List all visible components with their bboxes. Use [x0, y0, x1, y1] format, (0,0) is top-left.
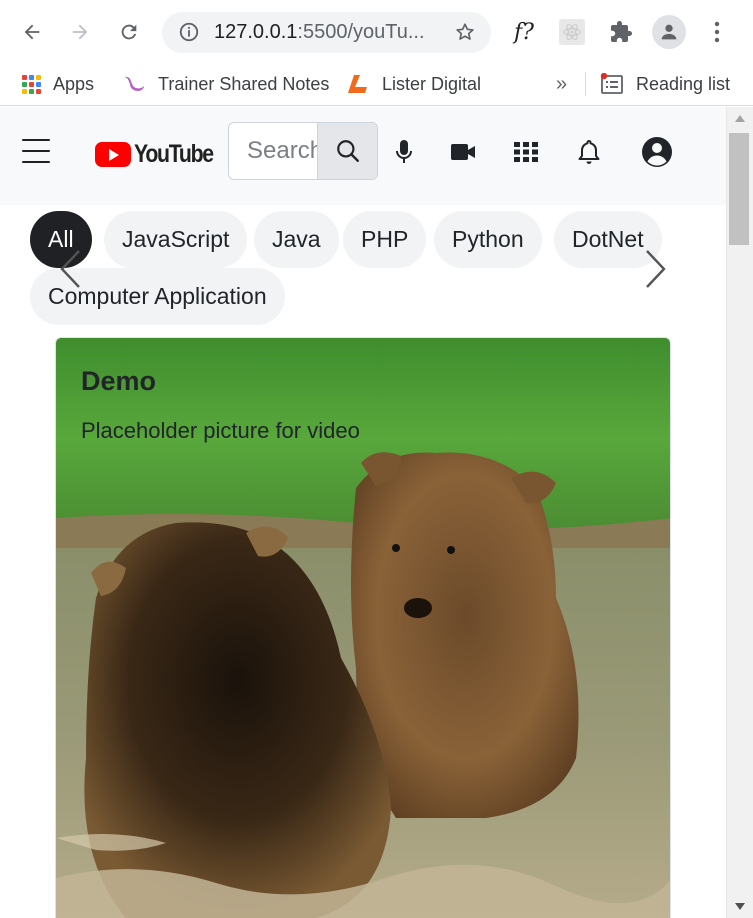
puzzle-icon [611, 21, 632, 42]
chip-python[interactable]: Python [434, 211, 542, 268]
scrollbar-thumb[interactable] [729, 133, 749, 245]
menu-hamburger-icon[interactable] [22, 139, 50, 163]
back-button[interactable] [14, 14, 50, 50]
microphone-icon[interactable] [387, 135, 421, 169]
bookmarks-bar: Apps Trainer Shared Notes Lister Digital… [0, 62, 753, 106]
apps-grid-icon [22, 74, 41, 94]
scroll-up-arrow-icon[interactable] [735, 115, 745, 122]
fx-icon: f? [514, 19, 534, 45]
browser-menu-button[interactable] [699, 14, 735, 50]
apps-grid-icon[interactable] [509, 135, 543, 169]
youtube-play-icon [95, 142, 131, 167]
back-arrow-icon [24, 24, 40, 40]
card-title: Demo [81, 366, 157, 396]
bookmark-label: Trainer Shared Notes [158, 73, 330, 94]
url-path: :5500/youTu... [297, 21, 425, 43]
chip-javascript[interactable]: JavaScript [104, 211, 248, 268]
url-text: 127.0.0.1:5500/youTu... [214, 21, 425, 44]
forward-arrow-icon [72, 24, 88, 40]
chip-php[interactable]: PHP [343, 211, 427, 268]
bookmark-apps[interactable]: Apps [22, 68, 94, 100]
bookmark-label: Lister Digital [382, 73, 482, 94]
card-description: Placeholder picture for video [81, 418, 360, 443]
forward-button[interactable] [62, 14, 98, 50]
react-icon [559, 19, 585, 45]
page-scrollbar[interactable] [726, 107, 753, 918]
reload-button[interactable] [111, 14, 147, 50]
browser-window: 127.0.0.1:5500/youTu... f? Apps Trainer … [0, 0, 753, 918]
bookmarks-divider [585, 72, 586, 96]
reading-list-icon [600, 73, 624, 95]
profile-avatar [652, 15, 686, 49]
search-input[interactable] [229, 123, 317, 179]
profile-button[interactable] [651, 14, 687, 50]
info-icon[interactable] [177, 20, 201, 44]
chevron-left-icon[interactable] [55, 245, 85, 293]
trainer-notes-icon [122, 73, 146, 95]
video-camera-icon[interactable] [446, 135, 480, 169]
reading-list-button[interactable]: Reading list [600, 68, 730, 100]
notification-bell-icon[interactable] [572, 135, 606, 169]
youtube-header: YouTube [0, 107, 726, 205]
bookmarks-overflow-button[interactable]: » [556, 68, 567, 100]
search-button[interactable] [317, 123, 377, 179]
url-host: 127.0.0.1 [214, 21, 298, 43]
search-icon [337, 140, 359, 162]
lister-digital-icon [346, 73, 370, 95]
address-bar[interactable]: 127.0.0.1:5500/youTu... [162, 12, 491, 53]
reload-icon [121, 24, 137, 40]
browser-toolbar: 127.0.0.1:5500/youTu... f? [0, 0, 753, 62]
overflow-chevron-icon: » [556, 72, 568, 95]
scroll-down-arrow-icon[interactable] [735, 903, 745, 910]
page-viewport: YouTube Search All JavaScript Java PHP P… [0, 107, 726, 918]
extensions-button[interactable] [603, 14, 639, 50]
extension-fx-button[interactable]: f? [506, 14, 542, 50]
youtube-logo-text: YouTube [134, 140, 214, 168]
account-circle-icon[interactable] [640, 135, 674, 169]
extension-react-button[interactable] [554, 14, 590, 50]
search-form [228, 122, 378, 180]
bookmark-star-icon[interactable] [453, 20, 477, 44]
person-icon [661, 24, 677, 40]
reading-list-label: Reading list [636, 73, 731, 94]
chevron-right-icon[interactable] [641, 245, 671, 293]
chip-java[interactable]: Java [254, 211, 339, 268]
youtube-logo[interactable]: YouTube [95, 140, 227, 169]
more-vert-icon [714, 21, 720, 43]
bookmark-lister-digital[interactable]: Lister Digital [346, 68, 481, 100]
video-card[interactable]: Demo Placeholder picture for video [55, 337, 671, 918]
bookmark-trainer-shared-notes[interactable]: Trainer Shared Notes [122, 68, 329, 100]
bookmark-label: Apps [53, 73, 95, 94]
